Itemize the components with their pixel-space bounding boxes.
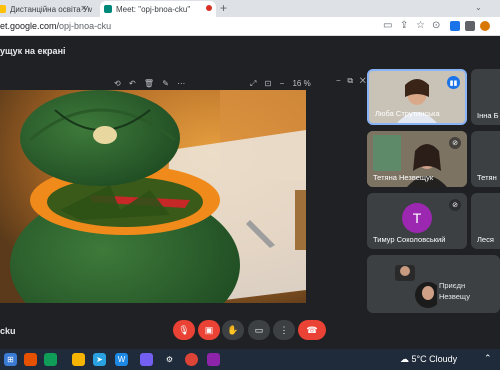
settings-gear-icon[interactable]: ⚙ — [163, 353, 176, 366]
edit-icon[interactable]: ✎ — [162, 79, 169, 88]
new-tab-button[interactable]: + — [220, 1, 227, 15]
close-tab-icon[interactable]: ✕ — [80, 4, 87, 13]
tab-meet[interactable]: Meet: "opj-bnoa-cku" — [100, 1, 216, 17]
weather-text: 5°C Cloudy — [411, 354, 458, 364]
expand-icon[interactable]: ⤢ — [250, 79, 256, 89]
tab-distance-education[interactable]: Дистанційна освіта Уманський ✕ — [0, 1, 92, 17]
participant-name: Тимур Соколовський — [373, 235, 446, 244]
hand-icon: ✋ — [227, 324, 239, 335]
participant-thumbnails — [395, 265, 441, 308]
others-name-line-2: Незвещу — [439, 292, 470, 301]
participant-tile[interactable]: Інна Б — [471, 69, 500, 125]
present-button[interactable]: ▭ — [248, 320, 270, 340]
file-explorer-icon[interactable] — [72, 353, 85, 366]
participant-name: Леся — [477, 235, 494, 244]
mic-off-icon: ⊘ — [449, 199, 461, 211]
camera-toggle-button[interactable]: ▣ — [198, 320, 220, 340]
more-options-button[interactable]: ⋮ — [273, 320, 295, 340]
more-vert-icon: ⋮ — [279, 324, 289, 335]
windows-taskbar: ⊞ ➤ W ⚙ ☁ 5°C Cloudy ⌃ — [0, 349, 500, 370]
share-icon[interactable]: ⇪ — [400, 20, 408, 31]
participant-tile[interactable]: ▮▮ Люба Струтинська — [367, 69, 467, 125]
leave-call-button[interactable]: ☎ — [298, 320, 326, 340]
others-label: Приєдн Незвещу — [439, 280, 470, 302]
viber-icon[interactable] — [140, 353, 153, 366]
participant-name: Інна Б — [477, 111, 499, 120]
presenter-label: ущук на екрані — [0, 46, 66, 56]
tab-search-chevron-icon[interactable]: ⌄ — [475, 3, 482, 12]
bookmark-star-icon[interactable]: ☆ — [416, 20, 425, 31]
raise-hand-button[interactable]: ✋ — [222, 320, 244, 340]
meet-favicon-icon — [104, 5, 112, 13]
word-icon[interactable]: W — [115, 353, 128, 366]
participant-group-tile[interactable]: Приєдн Незвещу — [367, 255, 500, 313]
delete-icon[interactable]: 🗑 — [144, 79, 154, 88]
window-controls: − ⧉ ✕ — [336, 76, 366, 86]
restore-icon[interactable]: ⧉ — [347, 76, 353, 85]
cloud-icon: ☁ — [400, 354, 409, 364]
mic-toggle-button[interactable]: 🎙 — [173, 320, 195, 340]
url-host: et.google.com/ — [0, 21, 60, 31]
speaking-indicator-icon: ▮▮ — [447, 76, 460, 89]
meeting-code: cku — [0, 326, 16, 336]
profile-avatar-icon[interactable] — [480, 21, 490, 31]
minimize-icon[interactable]: − — [336, 76, 341, 85]
weather-widget[interactable]: ☁ 5°C Cloudy — [400, 354, 457, 365]
presentation-toolbar: ⟲ ↶ 🗑 ✎ ⋯ — [114, 79, 191, 88]
edge-icon[interactable] — [44, 353, 57, 366]
translate-icon[interactable]: ⊙ — [432, 20, 440, 31]
pumpkin-photo — [0, 90, 306, 303]
shared-screen-photo — [0, 90, 306, 303]
participant-name: Люба Струтинська — [375, 109, 440, 118]
participant-tile[interactable]: T ⊘ Тимур Соколовський — [367, 193, 467, 249]
zoom-toolbar: ⤢ ⊡ − 16 % — [250, 79, 317, 89]
chrome-icon[interactable] — [185, 353, 198, 366]
more-icon[interactable]: ⋯ — [177, 79, 185, 88]
screen: Дистанційна освіта Уманський ✕ Meet: "op… — [0, 0, 500, 370]
undo-icon[interactable]: ↶ — [129, 79, 136, 88]
recording-indicator-icon — [206, 5, 212, 11]
present-screen-icon: ▭ — [254, 324, 264, 335]
address-bar[interactable]: et.google.com/opj-bnoa-cku ▭ ⇪ ☆ ⊙ — [0, 17, 500, 36]
others-name-line-1: Приєдн — [439, 281, 466, 290]
end-call-icon: ☎ — [306, 324, 318, 335]
app-icon[interactable] — [207, 353, 220, 366]
extensions-puzzle-icon[interactable] — [465, 21, 475, 31]
participant-avatar: T — [402, 203, 432, 233]
tab-label: Meet: "opj-bnoa-cku" — [116, 4, 191, 14]
fit-icon[interactable]: ⊡ — [265, 79, 272, 88]
close-icon[interactable]: ✕ — [360, 76, 366, 85]
app-icon[interactable] — [24, 353, 37, 366]
mic-off-icon: 🎙 — [178, 324, 190, 335]
participant-tile[interactable]: Леся — [471, 193, 500, 249]
tray-chevron-icon[interactable]: ⌃ — [484, 353, 492, 364]
participant-name: Тетяна Незвещук — [373, 173, 434, 182]
url-path: opj-bnoa-cku — [59, 21, 112, 31]
camera-off-icon: ▣ — [204, 324, 214, 335]
participant-tile[interactable]: Тетян — [471, 131, 500, 187]
participant-tile[interactable]: ⊘ Тетяна Незвещук — [367, 131, 467, 187]
extension-icon[interactable] — [450, 21, 460, 31]
browser-tab-strip: Дистанційна освіта Уманський ✕ Meet: "op… — [0, 0, 500, 17]
mic-off-icon: ⊘ — [449, 137, 461, 149]
url-text[interactable]: et.google.com/opj-bnoa-cku — [0, 21, 111, 31]
windows-start-icon[interactable]: ⊞ — [4, 353, 17, 366]
rotate-icon[interactable]: ⟲ — [114, 79, 121, 88]
zoom-level: 16 % — [292, 79, 311, 88]
site-favicon-icon — [0, 5, 6, 13]
participant-name: Тетян — [477, 173, 497, 182]
zoom-out-icon[interactable]: − — [280, 79, 285, 88]
telegram-icon[interactable]: ➤ — [93, 353, 106, 366]
camera-blocked-icon[interactable]: ▭ — [383, 20, 392, 31]
